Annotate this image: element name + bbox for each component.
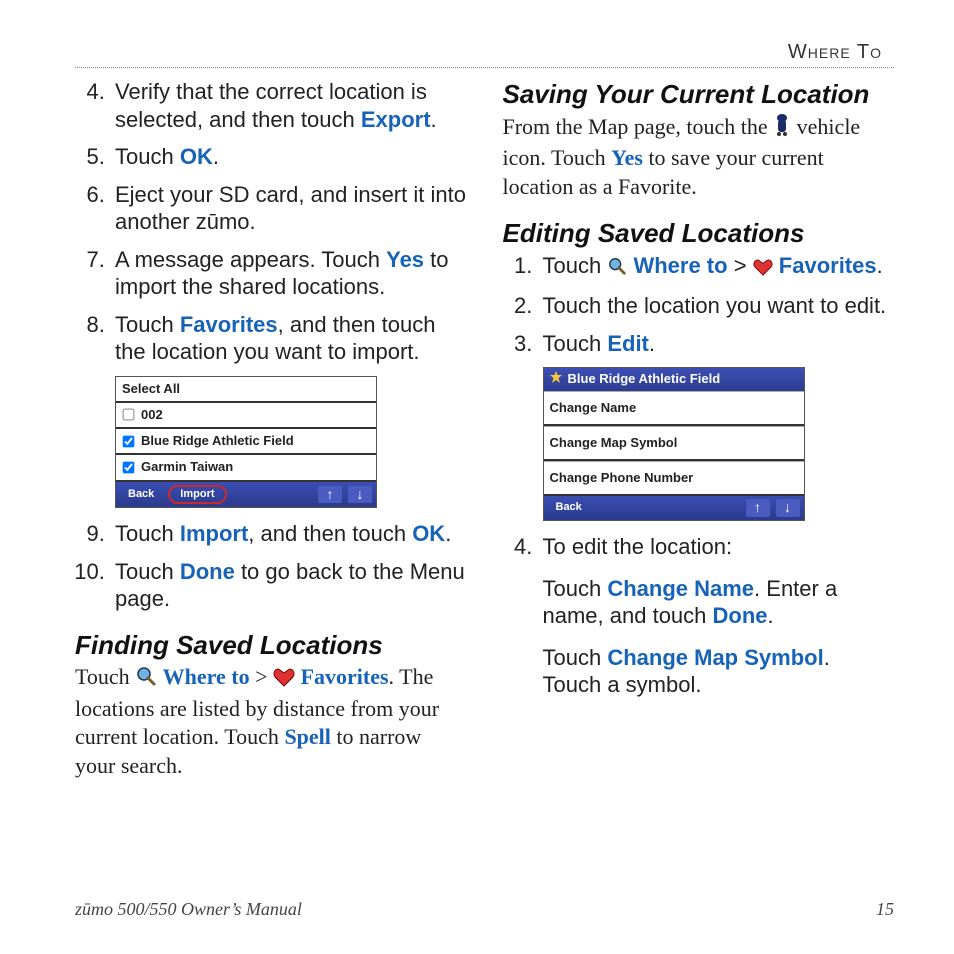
- checkbox-garmin-taiwan[interactable]: [123, 462, 135, 474]
- edit-toolbar: Back ↑ ↓: [544, 496, 804, 520]
- list-item: Verify that the correct location is sele…: [111, 78, 467, 133]
- list-item: Touch Edit.: [539, 330, 895, 358]
- saving-body: From the Map page, touch the vehicle ico…: [503, 113, 895, 202]
- change-phone-number-row[interactable]: Change Phone Number: [544, 461, 804, 496]
- footer-manual-title: zūmo 500/550 Owner’s Manual: [75, 898, 302, 921]
- right-column: Saving Your Current Location From the Ma…: [503, 78, 895, 789]
- import-row-blue-ridge[interactable]: Blue Ridge Athletic Field: [116, 429, 376, 455]
- header-rule: [75, 67, 894, 68]
- list-item: Touch Import, and then touch OK.: [111, 520, 467, 548]
- import-steps-list: Verify that the correct location is sele…: [75, 78, 467, 366]
- edit-widget-title: Blue Ridge Athletic Field: [544, 368, 804, 390]
- import-row-002[interactable]: 002: [116, 403, 376, 429]
- sub-step-change-map-symbol: Touch Change Map Symbol. Touch a symbol.: [543, 644, 895, 699]
- finding-body: Touch Where to > Favorites. The location…: [75, 663, 467, 780]
- checkbox-blue-ridge[interactable]: [123, 435, 135, 447]
- change-map-symbol-row[interactable]: Change Map Symbol: [544, 426, 804, 461]
- yes-keyword: Yes: [386, 247, 424, 272]
- select-all-header[interactable]: Select All: [116, 377, 376, 403]
- sub-step-change-name: Touch Change Name. Enter a name, and tou…: [543, 575, 895, 630]
- manual-page: Where To Verify that the correct locatio…: [0, 0, 954, 954]
- list-item: A message appears. Touch Yes to import t…: [111, 246, 467, 301]
- ok-keyword: OK: [412, 521, 445, 546]
- import-row-garmin-taiwan[interactable]: Garmin Taiwan: [116, 455, 376, 481]
- scroll-up-icon[interactable]: ↑: [746, 499, 770, 517]
- yes-keyword: Yes: [611, 145, 643, 170]
- star-icon: [550, 371, 562, 387]
- magnifier-icon: [135, 665, 157, 695]
- page-footer: zūmo 500/550 Owner’s Manual 15: [75, 898, 894, 921]
- list-item: Touch the location you want to edit.: [539, 292, 895, 320]
- vehicle-icon: [773, 113, 791, 145]
- saving-current-location-title: Saving Your Current Location: [503, 78, 895, 111]
- heart-icon: [753, 255, 773, 283]
- ok-keyword: OK: [180, 144, 213, 169]
- editing-steps-list-2: To edit the location: Touch Change Name.…: [503, 533, 895, 699]
- edit-keyword: Edit: [607, 331, 649, 356]
- edit-location-widget: Blue Ridge Athletic Field Change Name Ch…: [543, 367, 805, 521]
- list-item: Eject your SD card, and insert it into a…: [111, 181, 467, 236]
- magnifier-icon: [607, 255, 627, 283]
- list-item: Touch OK.: [111, 143, 467, 171]
- left-column: Verify that the correct location is sele…: [75, 78, 467, 789]
- change-name-keyword: Change Name: [607, 576, 754, 601]
- favorites-keyword: Favorites: [779, 253, 877, 278]
- editing-steps-list: Touch Where to > Favorites. Touch the lo…: [503, 252, 895, 358]
- list-item: Touch Favorites, and then touch the loca…: [111, 311, 467, 366]
- checkbox-002[interactable]: [123, 409, 135, 421]
- change-name-row[interactable]: Change Name: [544, 391, 804, 426]
- import-keyword: Import: [180, 521, 248, 546]
- favorites-keyword: Favorites: [180, 312, 278, 337]
- where-to-keyword: Where to: [163, 664, 250, 689]
- list-item: To edit the location: Touch Change Name.…: [539, 533, 895, 699]
- import-toolbar: Back Import ↑ ↓: [116, 482, 376, 508]
- row-label: Garmin Taiwan: [141, 459, 233, 475]
- favorites-keyword: Favorites: [301, 664, 389, 689]
- two-column-layout: Verify that the correct location is sele…: [75, 78, 894, 789]
- section-header: Where To: [75, 40, 894, 65]
- back-button[interactable]: Back: [120, 486, 162, 504]
- scroll-down-icon[interactable]: ↓: [776, 499, 800, 517]
- done-keyword: Done: [713, 603, 768, 628]
- scroll-down-icon[interactable]: ↓: [348, 486, 372, 504]
- import-steps-list-2: Touch Import, and then touch OK. Touch D…: [75, 520, 467, 613]
- spell-keyword: Spell: [284, 724, 330, 749]
- list-item: Touch Where to > Favorites.: [539, 252, 895, 283]
- editing-saved-locations-title: Editing Saved Locations: [503, 217, 895, 250]
- where-to-keyword: Where to: [633, 253, 727, 278]
- import-button[interactable]: Import: [168, 485, 226, 505]
- done-keyword: Done: [180, 559, 235, 584]
- heart-icon: [273, 666, 295, 695]
- footer-page-number: 15: [876, 898, 894, 921]
- row-label: 002: [141, 407, 163, 423]
- finding-saved-locations-title: Finding Saved Locations: [75, 629, 467, 662]
- list-item: Touch Done to go back to the Menu page.: [111, 558, 467, 613]
- scroll-up-icon[interactable]: ↑: [318, 486, 342, 504]
- import-list-widget: Select All 002 Blue Ridge Athletic Field…: [115, 376, 377, 509]
- row-label: Blue Ridge Athletic Field: [141, 433, 294, 449]
- back-button[interactable]: Back: [548, 499, 590, 517]
- export-keyword: Export: [361, 107, 431, 132]
- change-map-symbol-keyword: Change Map Symbol: [607, 645, 823, 670]
